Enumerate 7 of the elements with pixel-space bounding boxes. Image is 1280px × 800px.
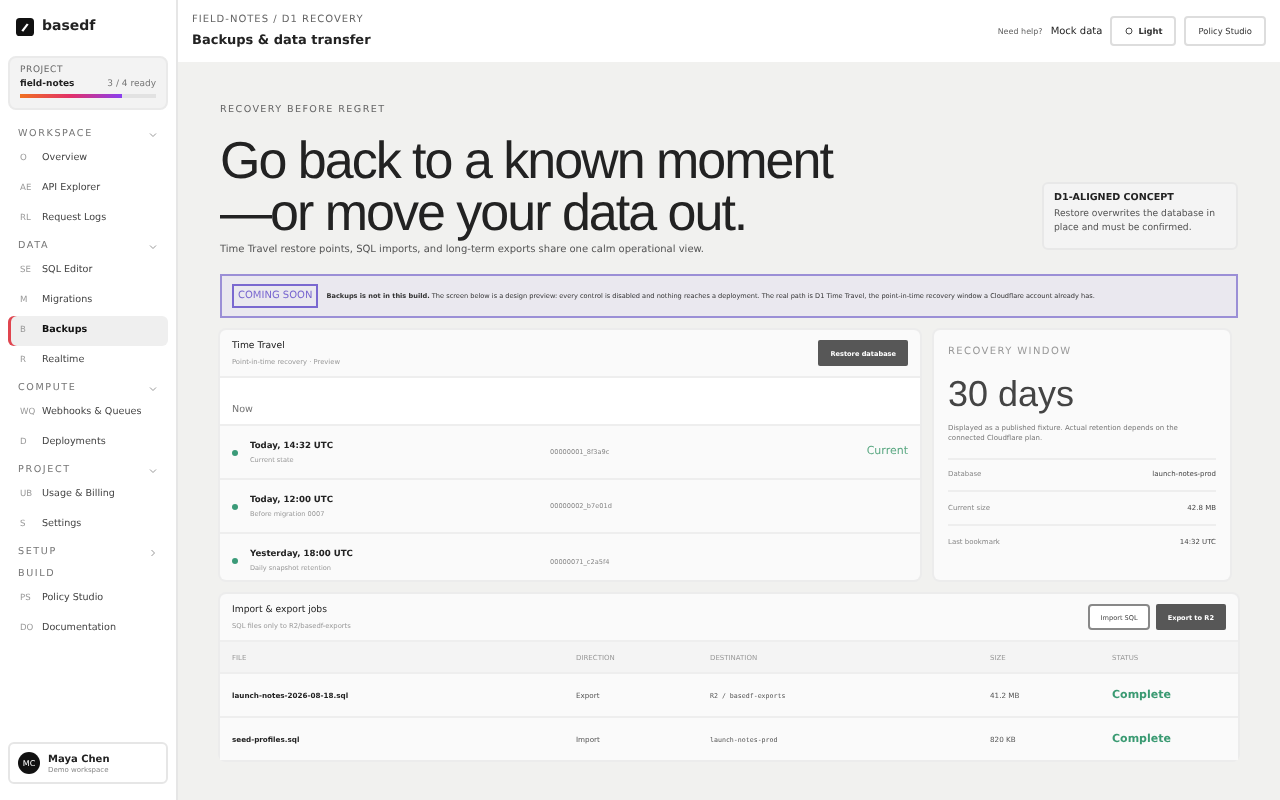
status-dot-icon (232, 558, 238, 564)
logo-icon (16, 17, 34, 35)
sun-icon (1124, 26, 1135, 36)
recovery-value: 30 days (948, 374, 1077, 416)
headline: Go back to a known moment —or move your data out. (220, 134, 832, 238)
status-dot-icon (232, 503, 238, 509)
status-dot-icon (232, 449, 238, 455)
